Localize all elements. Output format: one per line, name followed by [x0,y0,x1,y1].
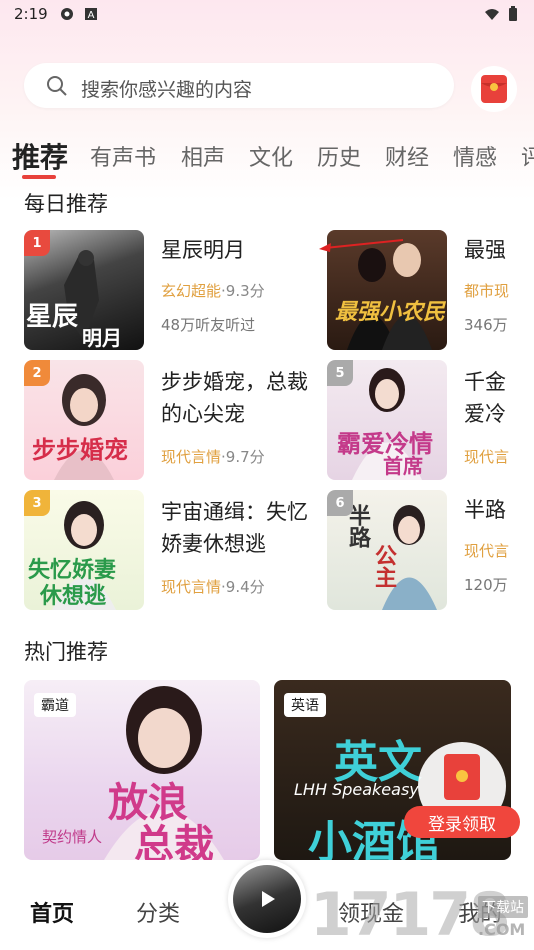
cover-subtitle: 公主 [371,544,396,588]
book-genre: 现代言 [464,448,510,466]
book-title: 最强 [464,238,506,262]
status-bar: 2:19 A [0,0,534,30]
book-genre: 现代言情·9.4分 [161,578,265,596]
cover-subtitle: 首席 [383,454,423,478]
tab-history[interactable]: 历史 [317,140,361,172]
book-card[interactable]: 星辰 明月 1 星辰明月 玄幻超能·9.3分 48万听友听过 [24,230,314,350]
book-title: 千金爱冷 [464,370,506,426]
tab-more[interactable]: 评 [521,140,534,172]
tab-finance[interactable]: 财经 [385,140,429,172]
svg-text:A: A [88,10,95,21]
rank-badge: 2 [24,360,50,386]
rank-badge: 6 [327,490,353,516]
hot-section-title: 热门推荐 [24,640,108,664]
cover-title: 星辰 [26,302,79,332]
watermark-badge: 下载站 [478,896,528,918]
book-title: 宇宙通缉：失忆娇妻休想逃 [161,500,308,556]
book-listeners: 120万 [464,576,508,594]
font-notification-icon: A [85,8,97,21]
player-disc[interactable] [228,860,306,938]
book-genre: 都市现 [464,282,510,300]
book-card[interactable]: 失忆娇妻 休想逃 3 宇宙通缉：失忆娇妻休想逃 现代言情·9.4分 [24,490,314,610]
wifi-icon [485,9,499,20]
red-envelope-icon [481,75,507,103]
battery-icon [509,6,517,21]
search-bar[interactable]: 搜索你感兴趣的内容 [24,63,454,108]
tab-recommend[interactable]: 推荐 [12,136,68,176]
nav-home[interactable]: 首页 [30,896,74,928]
disc-cover [233,865,301,933]
nav-category[interactable]: 分类 [136,896,180,928]
book-genre: 现代言情·9.7分 [161,448,265,466]
search-placeholder: 搜索你感兴趣的内容 [81,79,253,101]
hot-tag: 英语 [284,693,326,717]
hot-cover-subtitle: 总裁 [134,822,214,860]
book-title: 星辰明月 [161,238,245,262]
arrow-annotation-icon [319,239,404,252]
cover-title: 最强小农民 [335,300,446,325]
hot-card[interactable]: 霸道 放浪 总裁 契约情人 [24,680,260,860]
rank-badge: 1 [24,230,50,256]
cover-title: 步步婚宠 [32,436,128,464]
tab-emotion[interactable]: 情感 [453,140,497,172]
hot-cover-sub: LHH Speakeasy [294,780,419,799]
play-icon [262,891,275,907]
hot-tag: 霸道 [34,693,76,717]
tab-culture[interactable]: 文化 [249,140,293,172]
watermark-domain: .COM [478,920,526,939]
tab-audiobook[interactable]: 有声书 [90,140,156,172]
book-listeners: 346万 [464,316,508,334]
hot-cover-sub: 契约情人 [42,828,103,846]
book-cover: 半路 公主 6 [327,490,447,610]
app-notification-icon [61,8,73,20]
book-listeners: 48万听友听过 [161,316,256,334]
book-title: 半路 [464,498,506,522]
book-genre: 玄幻超能·9.3分 [161,282,265,300]
rank-badge: 5 [327,360,353,386]
category-tabs: 推荐 有声书 相声 文化 历史 财经 情感 评 [0,134,534,182]
rank-badge: 3 [24,490,50,516]
book-card[interactable]: 霸爱冷情 首席 5 千金爱冷 现代言 [327,360,534,480]
cover-subtitle: 休想逃 [40,584,107,609]
search-icon [47,76,67,96]
book-cover: 星辰 明月 1 [24,230,144,350]
tab-crosstalk[interactable]: 相声 [181,140,225,172]
book-cover: 步步婚宠 2 [24,360,144,480]
book-card[interactable]: 半路 公主 6 半路 现代言 120万 [327,490,534,610]
login-claim-button[interactable]: 登录领取 [404,806,520,838]
status-time: 2:19 [14,5,48,23]
book-cover: 失忆娇妻 休想逃 3 [24,490,144,610]
book-title: 步步婚宠，总裁的心尖宠 [161,370,308,426]
tab-indicator [22,175,56,179]
red-envelope-button[interactable] [471,66,517,112]
book-genre: 现代言 [464,542,510,560]
daily-section-title: 每日推荐 [24,192,108,216]
book-cover: 霸爱冷情 首席 5 [327,360,447,480]
cover-subtitle: 明月 [82,326,122,350]
book-card[interactable]: 步步婚宠 2 步步婚宠，总裁的心尖宠 现代言情·9.7分 [24,360,314,480]
